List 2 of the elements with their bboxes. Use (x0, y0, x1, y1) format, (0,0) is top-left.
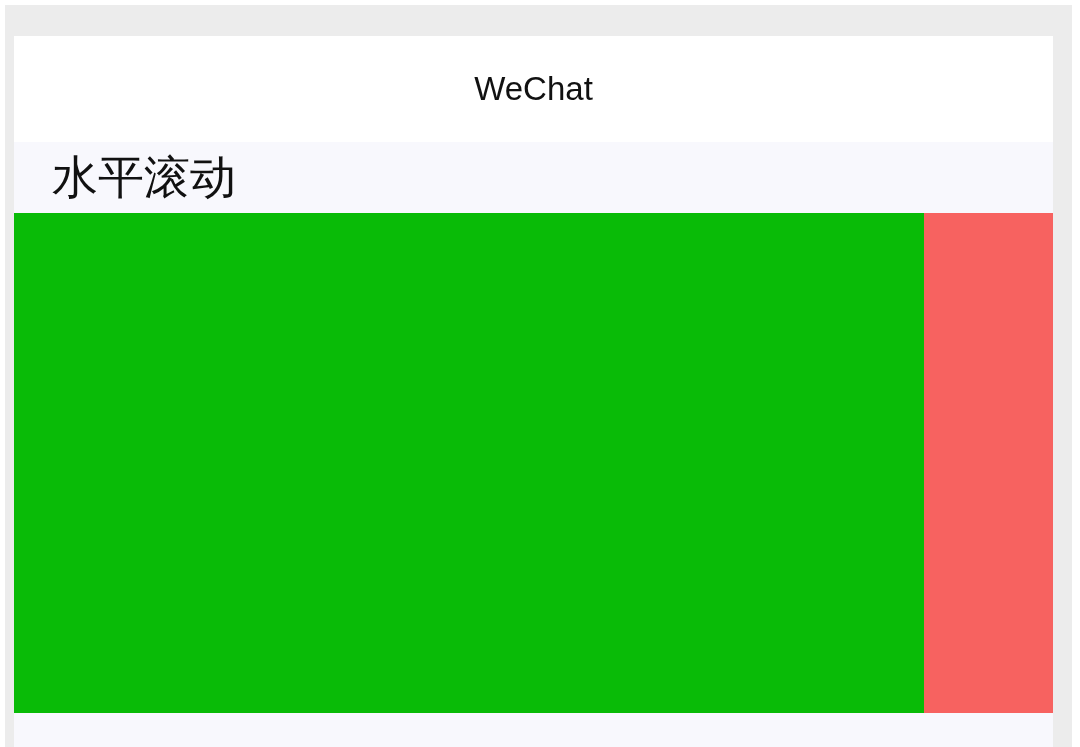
section-title: 水平滚动 (52, 148, 236, 206)
nav-title: WeChat (474, 70, 593, 108)
